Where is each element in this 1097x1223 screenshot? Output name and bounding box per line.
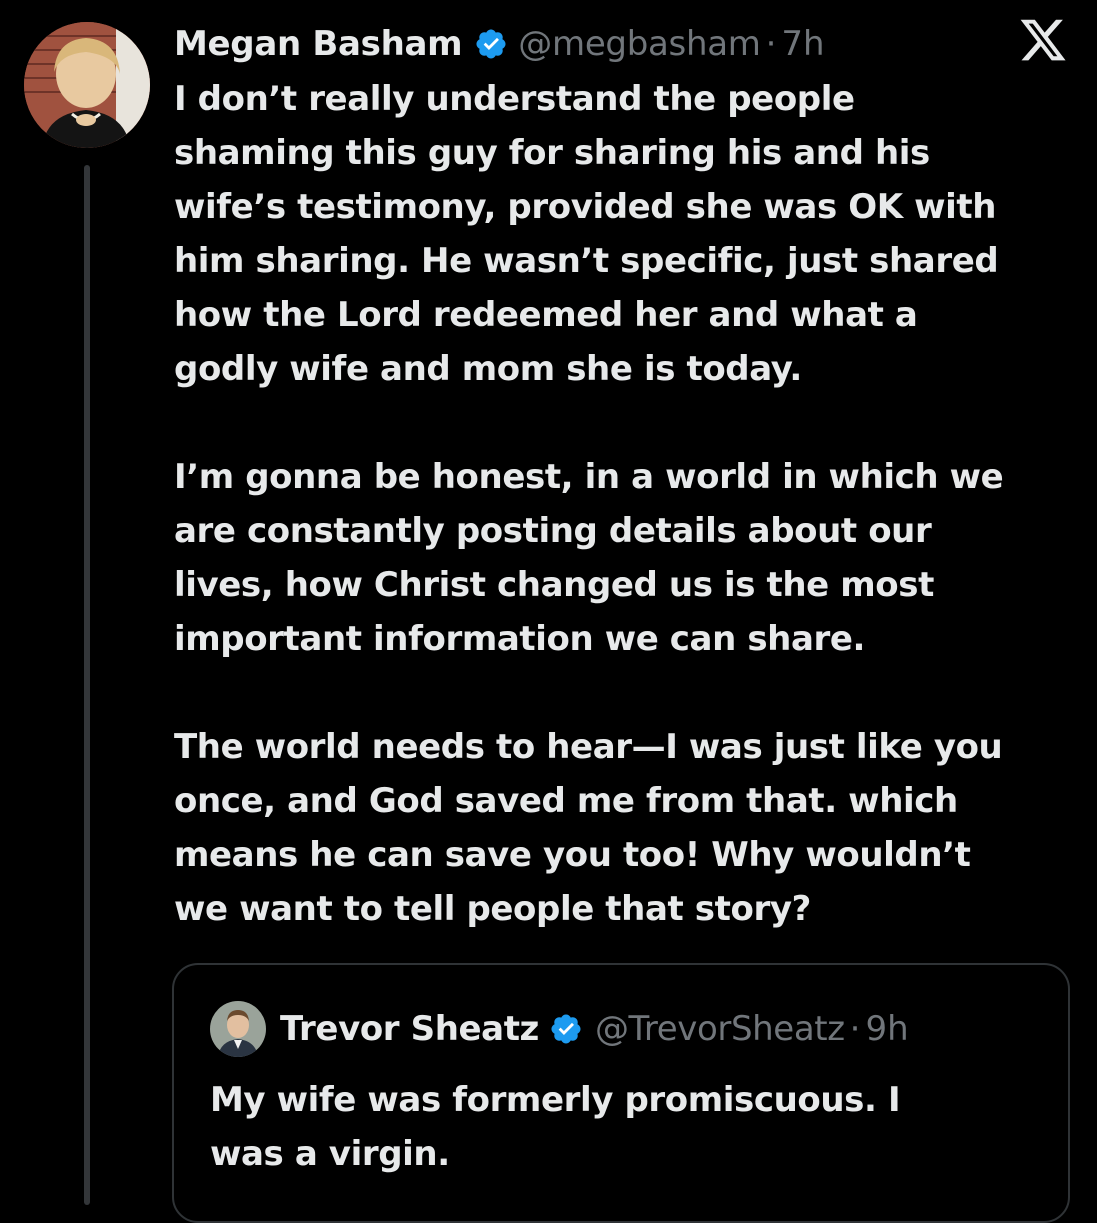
quoted-tweet-header: Trevor Sheatz @TrevorSheatz · 9h	[280, 1003, 909, 1055]
author-name[interactable]: Megan Basham	[174, 24, 463, 64]
tweet-text: I don’t really understand the people sha…	[174, 72, 1074, 936]
quoted-author-avatar[interactable]	[210, 1001, 266, 1057]
author-avatar[interactable]	[24, 22, 150, 148]
tweet-paragraph-3: The world needs to hear—I was just like …	[174, 727, 1003, 929]
tweet-timestamp[interactable]: 7h	[781, 24, 824, 64]
tweet-paragraph-1: I don’t really understand the people sha…	[174, 79, 999, 389]
verified-badge-icon	[474, 27, 508, 61]
tweet-paragraph-2: I’m gonna be honest, in a world in which…	[174, 457, 1004, 659]
quoted-tweet-timestamp[interactable]: 9h	[865, 1009, 908, 1049]
author-handle[interactable]: @megbasham	[518, 24, 761, 64]
quoted-author-handle[interactable]: @TrevorSheatz	[595, 1009, 845, 1049]
verified-badge-icon	[549, 1012, 583, 1046]
quoted-author-name[interactable]: Trevor Sheatz	[280, 1009, 539, 1049]
x-logo-icon[interactable]	[1018, 15, 1068, 65]
quoted-tweet-card[interactable]: Trevor Sheatz @TrevorSheatz · 9h My wife…	[172, 963, 1070, 1223]
separator-dot: ·	[765, 24, 777, 64]
tweet-header: Megan Basham @megbasham · 7h	[174, 18, 825, 70]
quoted-tweet-text: My wife was formerly promiscuous. I was …	[210, 1080, 901, 1174]
thread-line	[84, 165, 90, 1205]
separator-dot: ·	[849, 1009, 861, 1049]
